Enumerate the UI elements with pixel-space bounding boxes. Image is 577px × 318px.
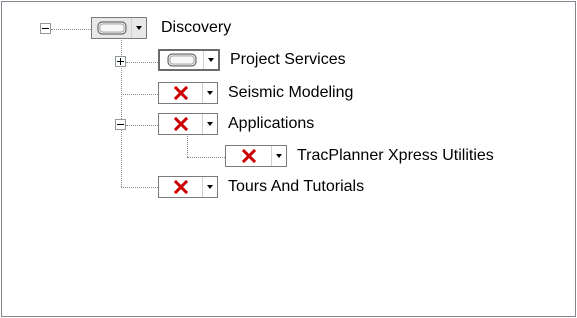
tree-connector xyxy=(121,94,158,95)
chevron-down-icon[interactable] xyxy=(202,114,217,134)
tree-node-applications[interactable]: Applications xyxy=(158,113,378,137)
node-label: Project Services xyxy=(230,51,346,68)
red-x-icon xyxy=(159,177,202,197)
node-icon-dropdown[interactable] xyxy=(158,49,220,71)
node-label: Tours And Tutorials xyxy=(228,178,365,195)
node-label: Seismic Modeling xyxy=(228,84,354,101)
device-icon xyxy=(92,18,131,38)
chevron-down-icon[interactable] xyxy=(203,51,218,69)
node-icon-dropdown[interactable] xyxy=(158,113,218,135)
chevron-down-icon[interactable] xyxy=(202,177,217,197)
collapse-icon[interactable] xyxy=(115,119,126,130)
red-x-icon xyxy=(226,146,271,166)
chevron-down-icon[interactable] xyxy=(271,146,286,166)
tree-view[interactable]: Discovery Project Services Seismic Model… xyxy=(1,1,576,317)
node-icon-dropdown[interactable] xyxy=(225,145,287,167)
tree-connector xyxy=(126,125,158,126)
tree-node-tracplanner-xpress-utilities[interactable]: TracPlanner Xpress Utilities xyxy=(225,145,555,169)
tree-node-tours-and-tutorials[interactable]: Tours And Tutorials xyxy=(158,176,418,200)
expand-icon[interactable] xyxy=(115,56,126,67)
node-label: TracPlanner Xpress Utilities xyxy=(297,147,494,164)
chevron-down-icon[interactable] xyxy=(202,83,217,103)
tree-node-seismic-modeling[interactable]: Seismic Modeling xyxy=(158,82,418,106)
tree-node-project-services[interactable]: Project Services xyxy=(158,49,418,73)
red-x-icon xyxy=(159,83,202,103)
node-icon-dropdown[interactable] xyxy=(158,82,218,104)
tree-connector xyxy=(187,157,225,158)
node-icon-dropdown[interactable] xyxy=(91,17,147,39)
tree-connector xyxy=(121,187,158,188)
device-icon xyxy=(160,51,203,69)
node-label: Discovery xyxy=(161,19,232,36)
tree-node-discovery[interactable]: Discovery xyxy=(91,17,271,41)
collapse-icon[interactable] xyxy=(40,23,51,34)
tree-connector xyxy=(51,29,91,30)
node-label: Applications xyxy=(228,115,315,132)
red-x-icon xyxy=(159,114,202,134)
chevron-down-icon[interactable] xyxy=(131,18,146,38)
node-icon-dropdown[interactable] xyxy=(158,176,218,198)
tree-connector xyxy=(126,62,158,63)
